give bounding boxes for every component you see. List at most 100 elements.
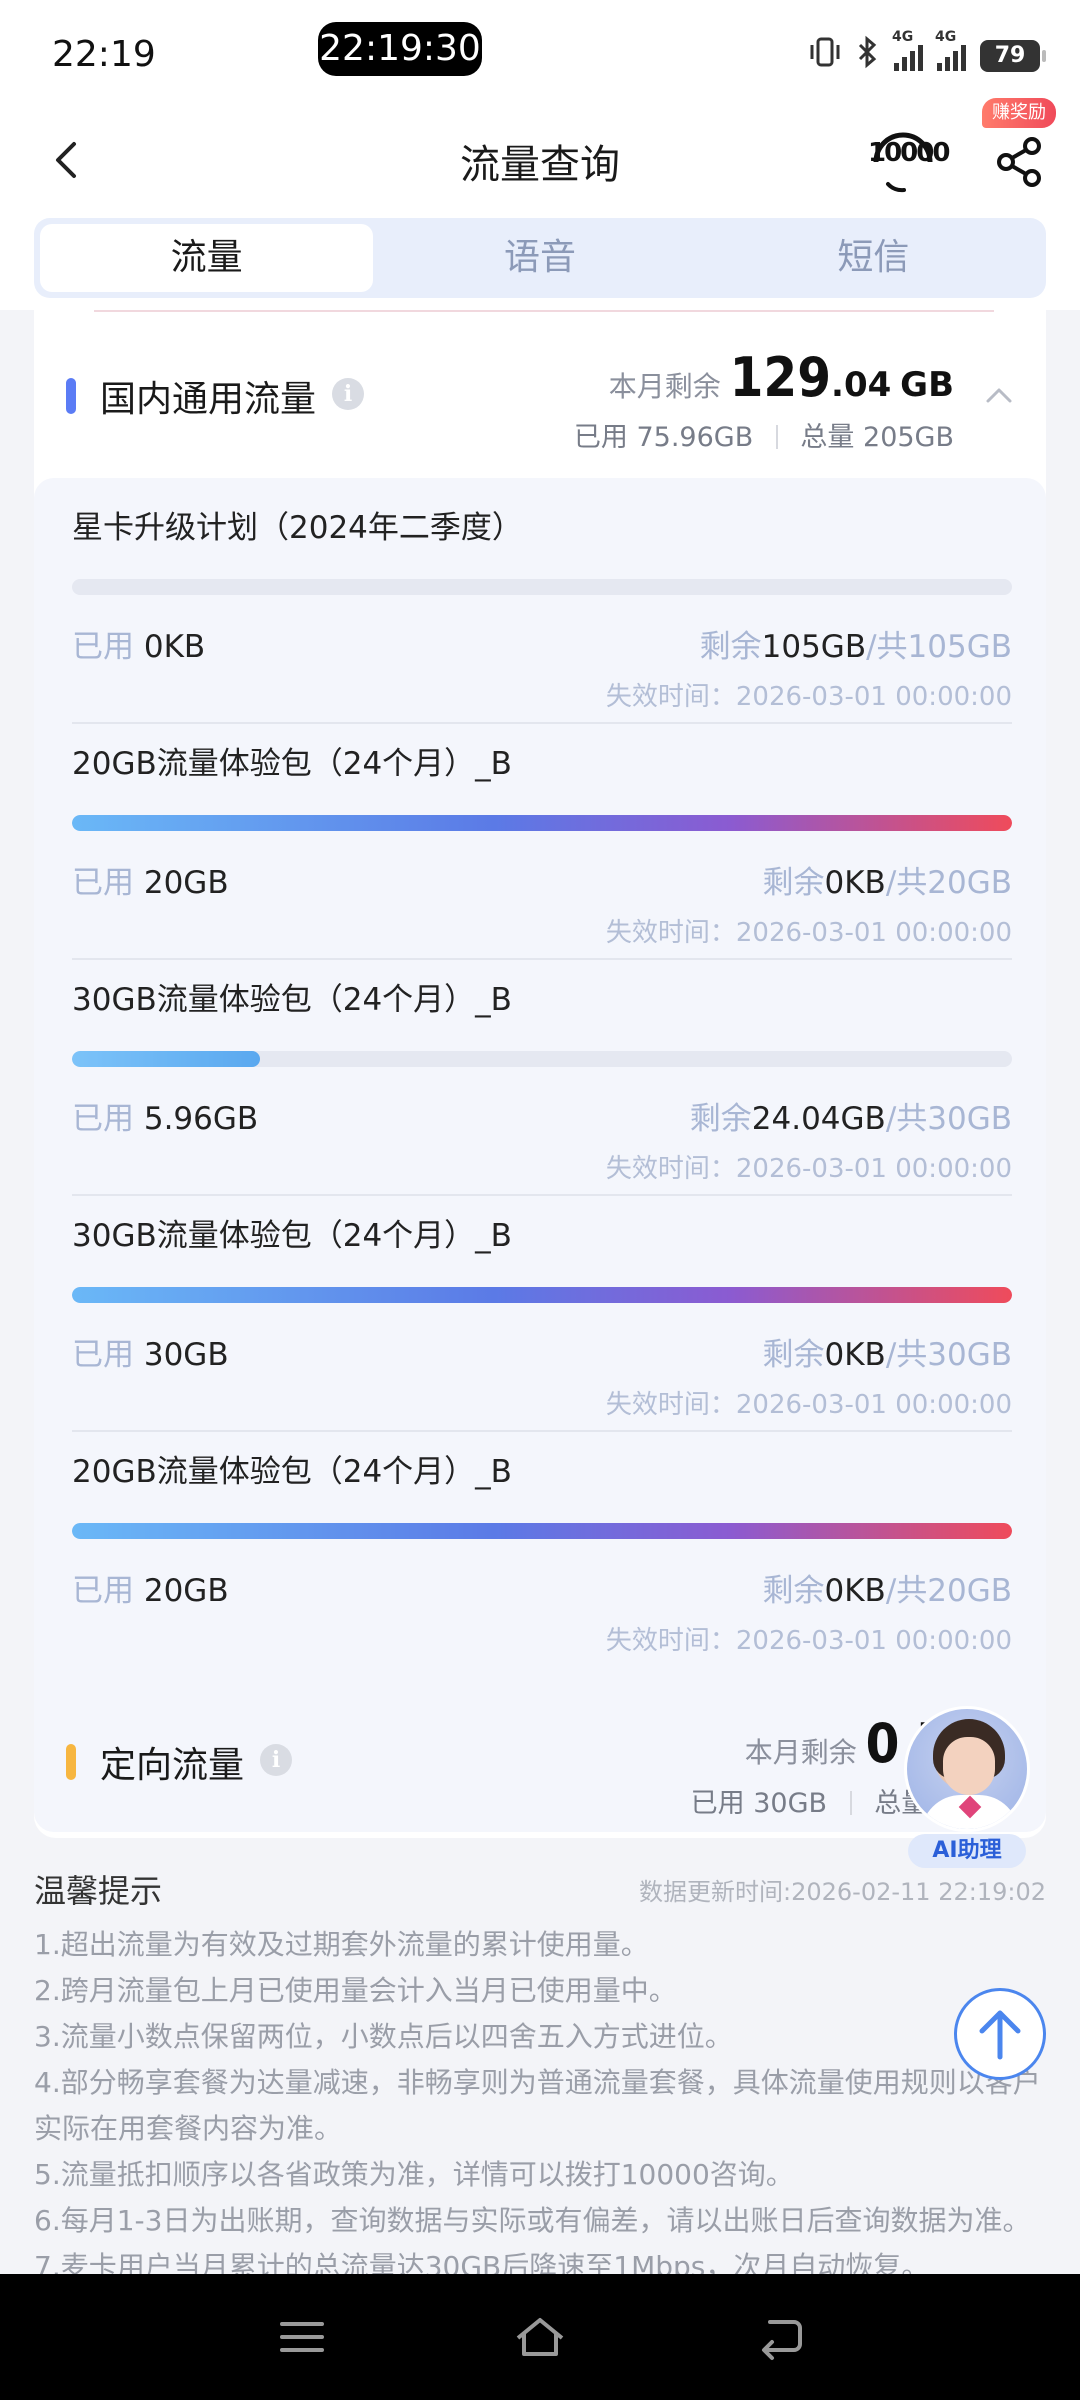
domestic-flow-header[interactable]: 国内通用流量 i 本月剩余 129.04 GB 已用 75.96GB 总量 20… — [34, 310, 1046, 478]
section-accent-bar — [66, 1744, 76, 1780]
section-accent-bar — [66, 378, 76, 414]
usage-progress-bar — [72, 1287, 1012, 1303]
tab-data[interactable]: 流量 — [40, 224, 374, 292]
used-label: 已用 — [573, 422, 628, 453]
expire-time: 失效时间：2026-03-01 00:00:00 — [605, 918, 1012, 948]
package-usage-row: 已用 30GB 剩余0KB/共30GB — [72, 1329, 1012, 1374]
tip-item: 1.超出流量为有效及过期套外流量的累计使用量。 — [34, 1928, 649, 1961]
usage-progress-fill — [72, 1523, 1012, 1539]
flow-card: 国内通用流量 i 本月剩余 129.04 GB 已用 75.96GB 总量 20… — [34, 310, 1046, 1838]
package-divider — [72, 1194, 1012, 1196]
directed-flow-header[interactable]: 定向流量 i 本月剩余 0 K 已用 30GB 总量 3 — [34, 1682, 1046, 1832]
status-bar: 22:19 22:19:30 4G 4G 79 — [0, 0, 1080, 110]
bluetooth-icon — [856, 35, 880, 77]
usage-progress-bar — [72, 815, 1012, 831]
tab-voice[interactable]: 语音 — [373, 224, 706, 292]
package-name: 20GB流量体验包（24个月）_B — [72, 746, 512, 782]
usage-progress-fill — [72, 1287, 1012, 1303]
domestic-flow-title: 国内通用流量 — [100, 379, 317, 420]
network-type-1: 4G — [892, 29, 914, 45]
used-label: 已用 — [72, 1337, 134, 1373]
package-usage-row: 已用 5.96GB 剩余24.04GB/共30GB — [72, 1093, 1012, 1138]
expire-time: 失效时间：2026-03-01 00:00:00 — [605, 1626, 1012, 1656]
arrow-up-icon — [979, 2010, 1021, 2060]
app-header: 流量查询 10000 赚奖励 — [0, 98, 1080, 212]
tab-group: 流量 语音 短信 — [34, 218, 1046, 298]
package-name: 星卡升级计划（2024年二季度） — [72, 510, 523, 546]
directed-flow-title: 定向流量 — [100, 1745, 245, 1786]
tip-item: 4.部分畅享套餐为达量减速，非畅享则为普通流量套餐，具体流量使用规则以客户实际在… — [34, 2066, 1041, 2145]
remain-integer: 129 — [729, 346, 832, 409]
tip-item: 6.每月1-3日为出账期，查询数据与实际或有偏差，请以出账日后查询数据为准。 — [34, 2204, 1031, 2237]
package-usage-row: 已用 20GB 剩余0KB/共20GB — [72, 1565, 1012, 1610]
tab-sms[interactable]: 短信 — [707, 224, 1040, 292]
separator — [849, 1791, 852, 1815]
total-value: /共30GB — [885, 1337, 1012, 1373]
home-icon — [516, 2318, 564, 2356]
menu-button[interactable] — [272, 2310, 332, 2364]
remain-value: 0KB — [824, 1337, 886, 1373]
back-arrow-icon — [762, 2320, 802, 2360]
package-divider — [72, 722, 1012, 724]
signal-icon-2: 4G — [935, 29, 966, 71]
service-number: 10000 — [868, 138, 950, 168]
reward-badge[interactable]: 赚奖励 — [982, 98, 1056, 128]
tip-item: 5.流量抵扣顺序以各省政策为准，详情可以拨打10000咨询。 — [34, 2158, 794, 2191]
expire-time: 失效时间：2026-03-01 00:00:00 — [605, 1390, 1012, 1420]
remain-label: 本月剩余 — [608, 370, 721, 403]
vibrate-icon — [808, 35, 842, 77]
status-time: 22:19 — [52, 34, 156, 75]
usage-progress-fill — [72, 815, 1012, 831]
back-nav-button[interactable] — [752, 2310, 812, 2364]
used-label: 已用 — [72, 865, 134, 901]
remain-line: 本月剩余 129.04 GB — [574, 346, 954, 409]
signal-icon-1: 4G — [892, 29, 923, 71]
package-usage-row: 已用 20GB 剩余0KB/共20GB — [72, 857, 1012, 902]
info-icon[interactable]: i — [332, 378, 364, 410]
total-value: /共20GB — [885, 1573, 1012, 1609]
used-label: 已用 — [72, 1101, 134, 1137]
remain-decimal: .04 — [831, 365, 892, 405]
share-icon — [997, 137, 1041, 187]
remain-unit: GB — [900, 365, 954, 405]
package-list: 星卡升级计划（2024年二季度） 已用 0KB 剩余105GB/共105GB 失… — [34, 478, 1046, 1832]
screen-record-timer: 22:19:30 — [318, 22, 482, 76]
expire-time: 失效时间：2026-03-01 00:00:00 — [605, 682, 1012, 712]
remain-value: 0KB — [824, 865, 886, 901]
system-nav-bar — [0, 2274, 1080, 2400]
customer-service-button[interactable]: 10000 — [868, 128, 950, 194]
package-name: 30GB流量体验包（24个月）_B — [72, 982, 512, 1018]
collapse-button[interactable] — [982, 382, 1016, 408]
tips-list: 1.超出流量为有效及过期套外流量的累计使用量。 2.跨月流量包上月已使用量会计入… — [34, 1922, 1046, 2290]
ai-assistant-button[interactable]: AI助理 — [904, 1706, 1030, 1868]
remain-label: 本月剩余 — [744, 1736, 857, 1769]
package-item: 30GB流量体验包（24个月）_B 已用 30GB 剩余0KB/共30GB 失效… — [72, 1210, 1012, 1421]
menu-icon — [280, 2322, 324, 2352]
package-item: 20GB流量体验包（24个月）_B 已用 20GB 剩余0KB/共20GB 失效… — [72, 1446, 1012, 1657]
separator — [775, 425, 778, 449]
home-button[interactable] — [510, 2310, 570, 2364]
battery-icon: 79 — [980, 40, 1046, 72]
remain-label: 剩余 — [699, 629, 762, 665]
total-label: 总量 — [800, 422, 855, 453]
usage-progress-fill — [72, 1051, 260, 1067]
expire-time: 失效时间：2026-03-01 00:00:00 — [605, 1154, 1012, 1184]
used-value: 30GB — [143, 1337, 229, 1373]
remain-label: 剩余 — [689, 1101, 752, 1137]
scroll-to-top-button[interactable] — [954, 1988, 1046, 2080]
used-label: 已用 — [72, 1573, 134, 1609]
used-value: 20GB — [143, 865, 229, 901]
data-update-time: 数据更新时间:2026-02-11 22:19:02 — [639, 1878, 1046, 1906]
tips-title: 温馨提示 — [34, 1872, 163, 1910]
package-divider — [72, 1430, 1012, 1432]
remain-label: 剩余 — [762, 1337, 825, 1373]
ai-assistant-label: AI助理 — [908, 1834, 1026, 1868]
remain-label: 剩余 — [762, 865, 825, 901]
package-item: 30GB流量体验包（24个月）_B 已用 5.96GB 剩余24.04GB/共3… — [72, 974, 1012, 1185]
network-type-2: 4G — [935, 29, 957, 45]
share-button[interactable] — [990, 132, 1050, 192]
used-value: 0KB — [143, 629, 206, 665]
info-icon[interactable]: i — [260, 1744, 292, 1776]
package-item: 星卡升级计划（2024年二季度） 已用 0KB 剩余105GB/共105GB 失… — [72, 502, 1012, 713]
flow-query-page: 22:19 22:19:30 4G 4G 79 流量查询 10000 赚奖励 流… — [0, 0, 1080, 2400]
